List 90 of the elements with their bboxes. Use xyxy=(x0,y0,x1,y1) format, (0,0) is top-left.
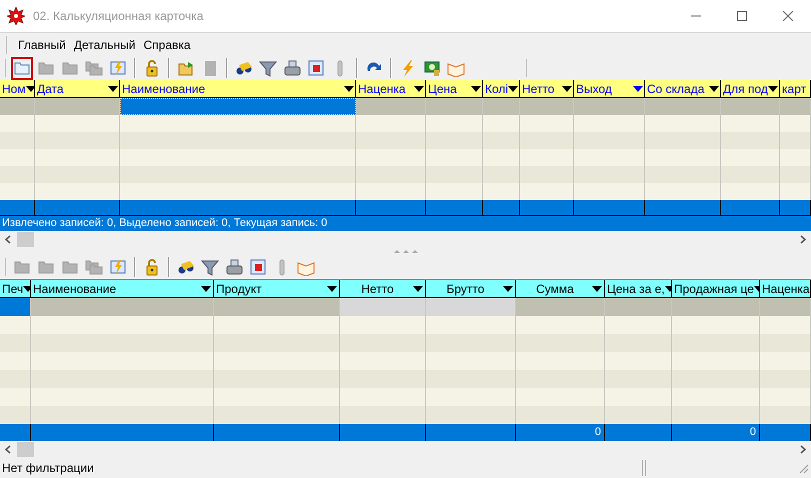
table-cell xyxy=(605,388,672,406)
dropdown-arrow-icon[interactable] xyxy=(108,86,118,92)
menu-item[interactable]: Главный xyxy=(14,36,70,54)
table-cell xyxy=(574,166,645,183)
table-cell xyxy=(0,370,31,388)
table-cell xyxy=(0,166,35,183)
dropdown-arrow-icon[interactable] xyxy=(26,86,34,92)
table-cell xyxy=(426,115,483,132)
total-value: 0 xyxy=(750,425,756,440)
table-cell xyxy=(760,352,811,370)
table-cell xyxy=(760,388,811,406)
table-cell xyxy=(780,132,811,149)
table-cell xyxy=(605,352,672,370)
table-cell xyxy=(0,149,35,166)
table-cell xyxy=(721,115,780,132)
table-cell xyxy=(721,183,780,200)
table-cell xyxy=(356,166,426,183)
table-cell xyxy=(605,406,672,424)
table-cell xyxy=(574,149,645,166)
table-cell xyxy=(760,370,811,388)
dropdown-arrow-icon[interactable] xyxy=(562,86,572,92)
dropdown-arrow-icon[interactable] xyxy=(503,286,513,292)
dropdown-arrow-icon[interactable] xyxy=(413,286,423,292)
table-cell xyxy=(483,149,520,166)
table-cell xyxy=(520,115,574,132)
table-cell xyxy=(0,334,31,352)
table-cell xyxy=(520,132,574,149)
dropdown-arrow-icon[interactable] xyxy=(327,286,337,292)
dropdown-arrow-icon[interactable] xyxy=(414,86,424,92)
table-cell xyxy=(356,132,426,149)
table-cell xyxy=(760,334,811,352)
dropdown-arrow-icon[interactable] xyxy=(23,286,30,292)
dropdown-arrow-icon[interactable] xyxy=(201,286,211,292)
dropdown-arrow-icon[interactable] xyxy=(471,86,481,92)
table-cell xyxy=(780,183,811,200)
dropdown-arrow-icon[interactable] xyxy=(633,86,643,92)
table-cell xyxy=(574,115,645,132)
dropdown-arrow-icon[interactable] xyxy=(592,286,602,292)
table-cell xyxy=(0,316,31,334)
scrollbar-thumb[interactable] xyxy=(17,442,34,457)
table-cell xyxy=(520,166,574,183)
table-cell xyxy=(574,132,645,149)
table-cell xyxy=(0,406,31,424)
status-bar: Нет фильтрации xyxy=(2,460,643,476)
table-cell xyxy=(605,316,672,334)
table-cell xyxy=(483,166,520,183)
table-cell xyxy=(760,406,811,424)
table-cell xyxy=(721,166,780,183)
dropdown-arrow-icon[interactable] xyxy=(768,86,778,92)
menu-item[interactable]: Справка xyxy=(140,36,195,54)
dropdown-arrow-icon[interactable] xyxy=(508,86,518,92)
table-cell xyxy=(780,115,811,132)
table-cell xyxy=(0,132,35,149)
menu-item[interactable]: Детальный xyxy=(70,36,140,54)
table-cell xyxy=(574,183,645,200)
table-cell xyxy=(483,132,520,149)
dropdown-arrow-icon[interactable] xyxy=(344,86,354,92)
splitter-grip-icon[interactable] xyxy=(394,248,418,253)
table-cell xyxy=(426,183,483,200)
table-cell xyxy=(426,166,483,183)
table-cell xyxy=(0,183,35,200)
scrollbar-thumb[interactable] xyxy=(17,232,34,247)
folder-icon[interactable] xyxy=(11,56,33,80)
table-cell xyxy=(356,183,426,200)
dropdown-arrow-icon[interactable] xyxy=(709,86,719,92)
table-cell xyxy=(483,183,520,200)
table-cell xyxy=(426,149,483,166)
close-icon xyxy=(783,11,793,21)
table-cell xyxy=(0,352,31,370)
table-cell xyxy=(721,132,780,149)
records-status: Извлечено записей: 0, Выделено записей: 0, Текущая запись: 0 xyxy=(0,215,811,231)
table-cell xyxy=(605,334,672,352)
window-title: 02. Калькуляционная карточка xyxy=(33,8,204,25)
table-cell xyxy=(0,115,35,132)
table-cell xyxy=(780,149,811,166)
table-cell xyxy=(356,115,426,132)
table-cell xyxy=(0,388,31,406)
table-cell xyxy=(483,115,520,132)
table-cell xyxy=(520,149,574,166)
table-cell xyxy=(426,132,483,149)
table-cell xyxy=(520,183,574,200)
table-cell xyxy=(721,149,780,166)
table-cell xyxy=(780,166,811,183)
total-value: 0 xyxy=(594,425,601,440)
app-logo-icon xyxy=(7,7,25,25)
resize-grip-icon[interactable] xyxy=(797,462,809,474)
table-cell xyxy=(605,370,672,388)
maximize-icon xyxy=(737,11,747,21)
table-cell xyxy=(356,149,426,166)
table-cell xyxy=(760,316,811,334)
